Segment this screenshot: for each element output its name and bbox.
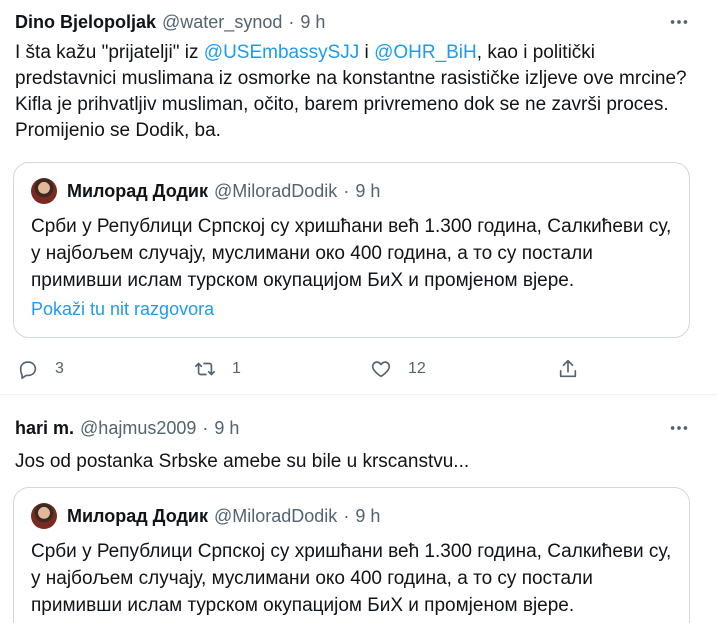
more-horizontal-icon [670,426,688,430]
like-button[interactable]: 12 [370,356,426,382]
author-handle[interactable]: @hajmus2009 [80,418,196,439]
reply-count: 3 [55,360,64,377]
quoted-tweet-text: Срби у Републици Српској су хришћани већ… [31,541,672,616]
tweet-2-header: hari m. @hajmus2009 · 9 h [15,416,239,440]
quoted-tweet-text: Срби у Републици Српској су хришћани већ… [31,216,672,291]
avatar[interactable] [31,178,57,204]
quoted-tweet[interactable]: Милорад Додик @MiloradDodik · 9 h Срби у… [13,162,690,338]
quoted-tweet-header: Милорад Додик @MiloradDodik · 9 h [31,503,380,529]
heart-icon [371,361,391,378]
quoted-timestamp[interactable]: 9 h [355,181,380,202]
reply-button[interactable]: 3 [17,356,64,382]
quoted-tweet[interactable]: Милорад Додик @MiloradDodik · 9 h Срби у… [13,487,690,623]
author-name[interactable]: hari m. [15,418,74,439]
tweet-text-part: i [359,42,375,63]
separator-dot: · [288,11,295,32]
timestamp[interactable]: 9 h [214,418,239,439]
tweet-text: I šta kažu "prijatelji" iz @USEmbassySJJ… [15,40,695,144]
mention-link[interactable]: @OHR_BiH [374,42,477,63]
separator-dot: · [343,505,350,526]
tweet-text: Jos od postanka Srbske amebe su bile u k… [15,451,470,472]
tweet-text-part: I šta kažu "prijatelji" iz [15,42,204,63]
share-icon [559,359,577,378]
timestamp[interactable]: 9 h [300,12,325,33]
quoted-author-name[interactable]: Милорад Додик [67,506,208,527]
separator-dot: · [202,417,209,438]
like-count: 12 [408,360,426,377]
separator-dot: · [343,180,350,201]
mention-link[interactable]: @USEmbassySJJ [204,42,360,63]
author-handle[interactable]: @water_synod [162,12,282,33]
more-horizontal-icon [670,20,688,24]
reply-icon [19,361,37,379]
show-thread-link[interactable]: Pokaži tu nit razgovora [31,299,214,320]
author-name[interactable]: Dino Bjelopoljak [15,12,156,33]
quoted-tweet-header: Милорад Додик @MiloradDodik · 9 h [31,178,380,204]
avatar[interactable] [31,503,57,529]
tweet-actions: 3 1 12 [0,356,717,382]
quoted-author-name[interactable]: Милорад Додик [67,181,208,202]
retweet-icon [195,362,215,376]
more-options-button[interactable] [666,12,692,32]
quoted-author-handle[interactable]: @MiloradDodik [214,506,337,527]
quoted-author-handle[interactable]: @MiloradDodik [214,181,337,202]
share-button[interactable] [557,356,579,382]
more-options-button[interactable] [666,418,692,438]
tweet-1-header: Dino Bjelopoljak @water_synod · 9 h [15,10,325,34]
quoted-timestamp[interactable]: 9 h [355,506,380,527]
retweet-count: 1 [232,360,241,377]
retweet-button[interactable]: 1 [194,356,241,382]
